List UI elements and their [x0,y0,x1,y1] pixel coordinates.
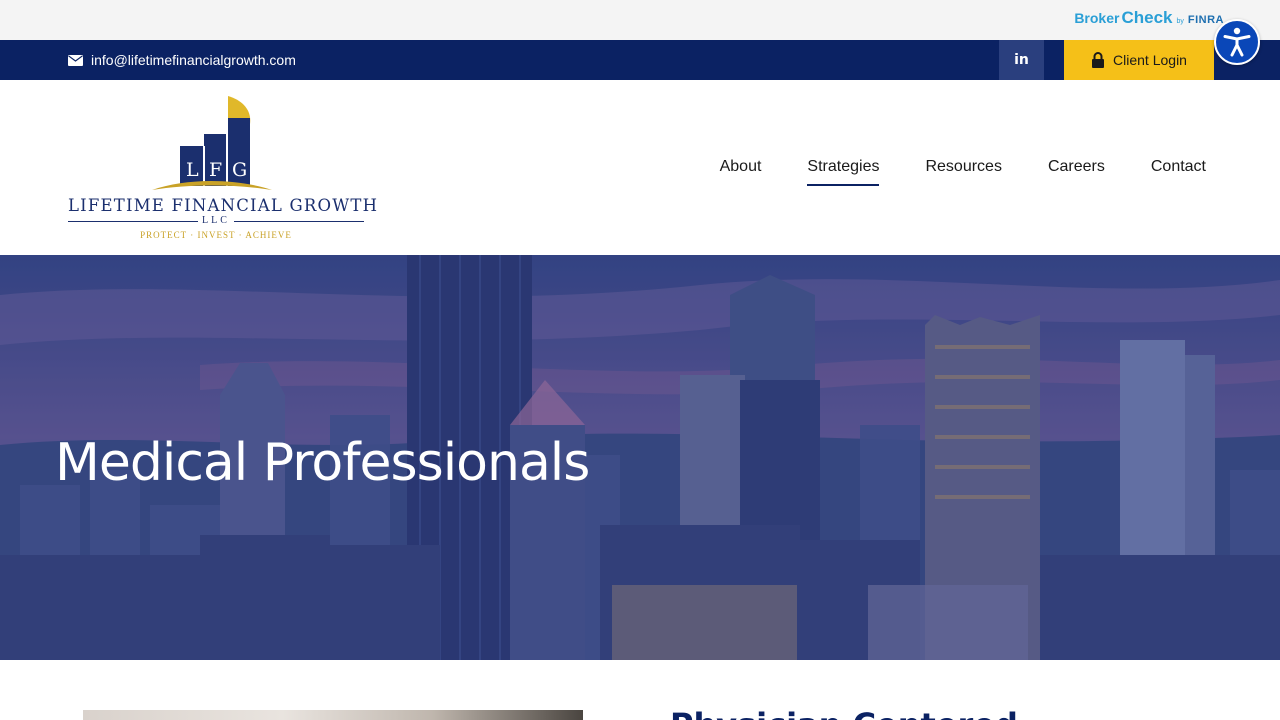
hero-title: Medical Professionals [55,433,590,493]
logo-monogram-f: F [209,159,222,181]
nav-about[interactable]: About [720,158,762,182]
nav-strategies[interactable]: Strategies [807,158,880,186]
linkedin-icon: in [1014,52,1029,68]
logo-emblem: L F G [152,96,272,190]
section-heading: Physician Centered [670,706,1018,720]
email-address: info@lifetimefinancialgrowth.com [91,52,296,68]
utility-bar: Broker Check by FINRA [0,0,1280,40]
hero-banner: Medical Professionals [0,255,1280,660]
logo-monogram-g: G [232,159,247,181]
logo-company-name: LIFETIME FINANCIAL GROWTH [68,196,379,215]
brokercheck-check-text: Check [1121,8,1173,27]
linkedin-button[interactable]: in [999,40,1044,80]
email-link[interactable]: info@lifetimefinancialgrowth.com [68,40,296,80]
company-logo[interactable]: L F G LIFETIME FINANCIAL GROWTH LLC PROT… [66,94,379,244]
contact-bar: info@lifetimefinancialgrowth.com in Clie… [0,40,1280,80]
client-login-label: Client Login [1113,52,1187,68]
brokercheck-by-text: by [1176,18,1184,25]
envelope-icon [68,54,83,66]
accessibility-icon [1223,27,1251,57]
nav-careers[interactable]: Careers [1048,158,1105,182]
nav-resources[interactable]: Resources [925,158,1001,182]
nav-contact[interactable]: Contact [1151,158,1206,182]
main-nav: About Strategies Resources Careers Conta… [720,158,1206,186]
brokercheck-finra-text: FINRA [1187,14,1224,26]
brokercheck-link[interactable]: Broker Check by FINRA [1074,8,1224,30]
site-header: L F G LIFETIME FINANCIAL GROWTH LLC PROT… [0,80,1280,255]
content-section: Physician Centered [0,660,1280,720]
brokercheck-broker-text: Broker [1074,10,1120,26]
logo-tagline: PROTECT · INVEST · ACHIEVE [140,230,292,240]
physician-photo [83,710,583,720]
logo-llc: LLC [66,215,366,226]
client-login-button[interactable]: Client Login [1064,40,1214,80]
lock-icon [1092,52,1105,68]
logo-monogram-l: L [186,159,199,181]
logo-llc-text: LLC [198,215,234,226]
accessibility-button[interactable] [1214,19,1260,65]
